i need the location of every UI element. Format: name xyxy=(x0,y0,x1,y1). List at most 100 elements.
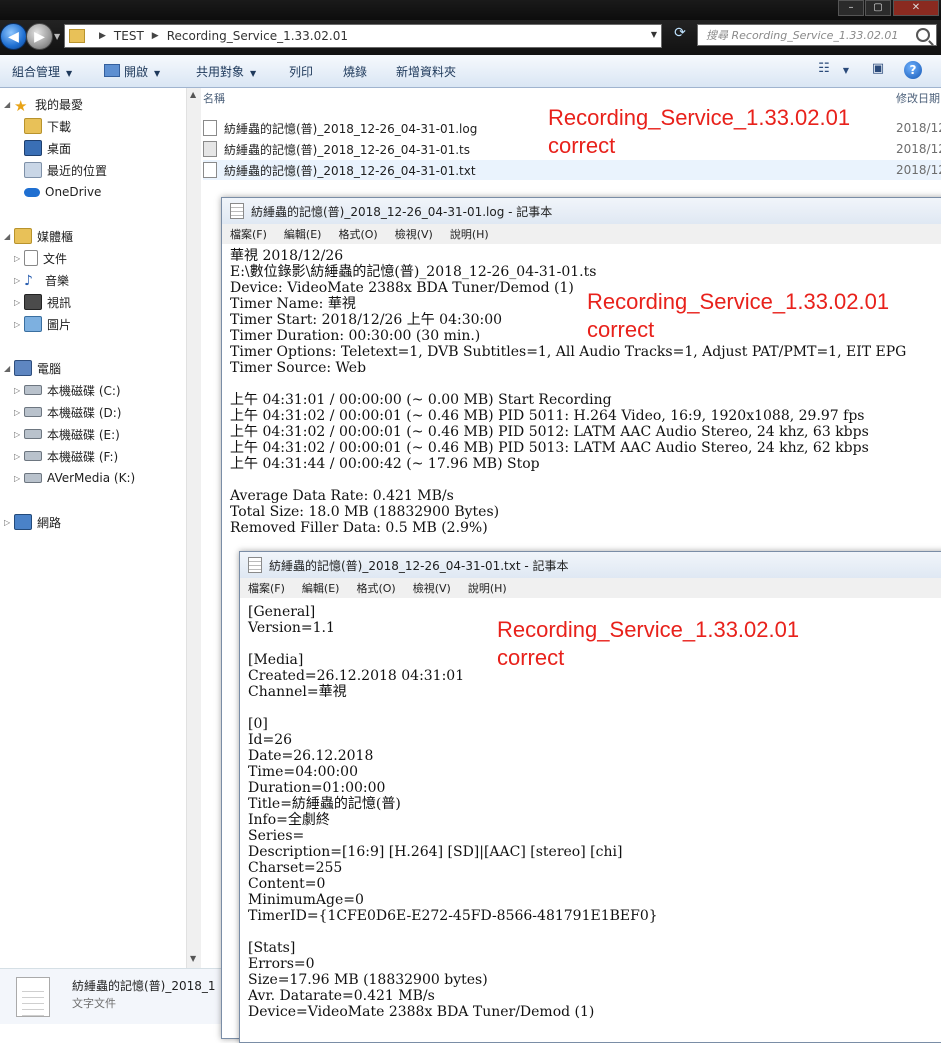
text-line: MinimumAge=0 xyxy=(248,892,364,908)
nav-network[interactable]: ▷ 網路 xyxy=(4,512,61,532)
notepad-title: 紡綞蟲的記憶(普)_2018_12-26_04-31-01.log - 記事本 xyxy=(251,204,553,219)
text-document-icon xyxy=(16,977,50,1017)
nav-documents[interactable]: ▷ 文件 xyxy=(14,248,67,268)
nav-onedrive[interactable]: OneDrive xyxy=(24,182,101,202)
command-bar: 組合管理 ▼ 開啟 ▼ 共用對象 ▼ 列印 燒錄 新增資料夾 ☷ ▼ ▣ ? xyxy=(0,55,941,88)
desktop-icon xyxy=(24,140,42,156)
nav-computer[interactable]: ◢ 電腦 xyxy=(4,358,61,378)
expand-icon[interactable]: ▷ xyxy=(14,298,22,307)
scroll-up-icon[interactable]: ▲ xyxy=(190,90,196,99)
notepad-menubar: 檔案(F) 編輯(E) 格式(O) 檢視(V) 說明(H) xyxy=(240,578,941,599)
nav-music[interactable]: ▷ ♪ 音樂 xyxy=(14,270,69,290)
nav-downloads[interactable]: 下載 xyxy=(24,116,71,136)
nav-scrollbar[interactable]: ▲ ▼ xyxy=(186,88,201,968)
menu-view[interactable]: 檢視(V) xyxy=(395,226,433,242)
close-button[interactable]: ✕ xyxy=(893,0,939,16)
refresh-icon[interactable]: ⟳ xyxy=(670,25,690,45)
annotation-line1: Recording_Service_1.33.02.01 xyxy=(497,617,800,642)
nav-videos[interactable]: ▷ 視訊 xyxy=(14,292,71,312)
annotation-log: Recording_Service_1.33.02.01 correct xyxy=(587,288,889,344)
text-line: Id=26 xyxy=(248,732,293,748)
nav-drive-d[interactable]: ▷ 本機磁碟 (D:) xyxy=(14,402,121,422)
expand-icon[interactable]: ▷ xyxy=(14,452,22,461)
address-dropdown-icon[interactable]: ▼ xyxy=(651,30,657,39)
notepad-titlebar[interactable]: 紡綞蟲的記憶(普)_2018_12-26_04-31-01.txt - 記事本 xyxy=(240,552,941,578)
expand-icon[interactable]: ▷ xyxy=(14,430,22,439)
nav-drive-d-label: 本機磁碟 (D:) xyxy=(47,405,122,420)
menu-file[interactable]: 檔案(F) xyxy=(248,580,285,596)
nav-drive-f[interactable]: ▷ 本機磁碟 (F:) xyxy=(14,446,118,466)
nav-favorites[interactable]: ◢ ★ 我的最愛 xyxy=(4,94,83,115)
burn-button[interactable]: 燒錄 xyxy=(343,63,367,80)
preview-pane-icon[interactable]: ▣ xyxy=(868,61,888,79)
menu-help[interactable]: 說明(H) xyxy=(450,226,489,242)
text-line: Title=紡綞蟲的記憶(普) xyxy=(248,796,401,812)
minimize-button[interactable]: – xyxy=(838,0,864,16)
breadcrumb-separator-icon[interactable]: ▶ xyxy=(152,31,159,41)
annotation-line2: correct xyxy=(587,317,655,342)
nav-drive-c[interactable]: ▷ 本機磁碟 (C:) xyxy=(14,380,121,400)
menu-file[interactable]: 檔案(F) xyxy=(230,226,267,242)
print-button[interactable]: 列印 xyxy=(289,63,313,80)
expand-icon[interactable]: ▷ xyxy=(14,276,22,285)
collapse-icon[interactable]: ◢ xyxy=(4,100,12,109)
share-button[interactable]: 共用對象 ▼ xyxy=(196,63,256,80)
new-folder-button[interactable]: 新增資料夾 xyxy=(396,63,456,80)
library-icon xyxy=(14,228,32,244)
forward-button[interactable]: ▶ xyxy=(26,23,53,50)
text-line: Date=26.12.2018 xyxy=(248,748,374,764)
change-view-icon[interactable]: ☷ xyxy=(814,61,834,79)
organize-button[interactable]: 組合管理 ▼ xyxy=(12,63,72,80)
log-file-icon xyxy=(203,120,217,136)
breadcrumb-item-test[interactable]: TEST xyxy=(114,29,144,43)
back-button[interactable]: ◀ xyxy=(0,23,27,50)
expand-icon[interactable]: ▷ xyxy=(14,254,22,263)
expand-icon[interactable]: ▷ xyxy=(4,518,12,527)
file-name: 紡綞蟲的記憶(普)_2018_12-26_04-31-01.log xyxy=(224,121,478,136)
expand-icon[interactable]: ▷ xyxy=(14,386,22,395)
nav-pictures[interactable]: ▷ 圖片 xyxy=(14,314,71,334)
details-pane: 紡綞蟲的記憶(普)_2018_1 文字文件 xyxy=(0,968,222,1024)
recent-pages-dropdown[interactable]: ▼ xyxy=(54,32,60,41)
nav-drive-k-label: AVerMedia (K:) xyxy=(47,471,136,485)
expand-icon[interactable]: ▷ xyxy=(14,320,22,329)
menu-view[interactable]: 檢視(V) xyxy=(413,580,451,596)
text-line: Average Data Rate: 0.421 MB/s xyxy=(230,488,454,504)
address-bar[interactable]: ▶ TEST ▶ Recording_Service_1.33.02.01 ▼ xyxy=(64,24,662,48)
expand-icon[interactable]: ▷ xyxy=(14,408,22,417)
text-line: Series= xyxy=(248,828,305,844)
menu-format[interactable]: 格式(O) xyxy=(338,226,377,242)
nav-network-label: 網路 xyxy=(37,515,62,530)
menu-edit[interactable]: 編輯(E) xyxy=(302,580,340,596)
column-header-modified[interactable]: 修改日期 xyxy=(896,90,940,106)
notepad-titlebar[interactable]: 紡綞蟲的記憶(普)_2018_12-26_04-31-01.log - 記事本 xyxy=(222,198,941,224)
column-header-name[interactable]: 名稱 xyxy=(203,90,225,106)
maximize-button[interactable]: ▢ xyxy=(865,0,891,16)
text-line: Avr. Datarate=0.421 MB/s xyxy=(248,988,435,1004)
breadcrumb-separator-icon[interactable]: ▶ xyxy=(99,31,106,41)
menu-help[interactable]: 說明(H) xyxy=(468,580,507,596)
nav-drive-k[interactable]: ▷ AVerMedia (K:) xyxy=(14,468,135,488)
nav-drive-e[interactable]: ▷ 本機磁碟 (E:) xyxy=(14,424,120,444)
help-icon[interactable]: ? xyxy=(904,61,922,79)
breadcrumb-item-current[interactable]: Recording_Service_1.33.02.01 xyxy=(167,29,348,43)
expand-icon[interactable]: ▷ xyxy=(14,474,22,483)
open-button[interactable]: 開啟 ▼ xyxy=(104,63,160,80)
view-dropdown-icon[interactable]: ▼ xyxy=(836,66,856,84)
search-icon[interactable] xyxy=(916,28,930,42)
text-line: Duration=01:00:00 xyxy=(248,780,386,796)
menu-format[interactable]: 格式(O) xyxy=(356,580,395,596)
collapse-icon[interactable]: ◢ xyxy=(4,364,12,373)
annotation-line1: Recording_Service_1.33.02.01 xyxy=(587,289,890,314)
text-line: Channel=華視 xyxy=(248,684,347,700)
search-input[interactable]: 搜尋 Recording_Service_1.33.02.01 xyxy=(697,24,937,46)
file-item-selected[interactable]: 紡綞蟲的記憶(普)_2018_12-26_04-31-01.txt 2018/1… xyxy=(203,160,941,180)
collapse-icon[interactable]: ◢ xyxy=(4,232,12,241)
text-line: Charset=255 xyxy=(248,860,343,876)
scroll-down-icon[interactable]: ▼ xyxy=(190,954,196,963)
nav-libraries[interactable]: ◢ 媒體櫃 xyxy=(4,226,73,246)
menu-edit[interactable]: 編輯(E) xyxy=(284,226,322,242)
nav-desktop[interactable]: 桌面 xyxy=(24,138,71,158)
annotation-line2: correct xyxy=(548,133,616,158)
nav-recent[interactable]: 最近的位置 xyxy=(24,160,107,180)
